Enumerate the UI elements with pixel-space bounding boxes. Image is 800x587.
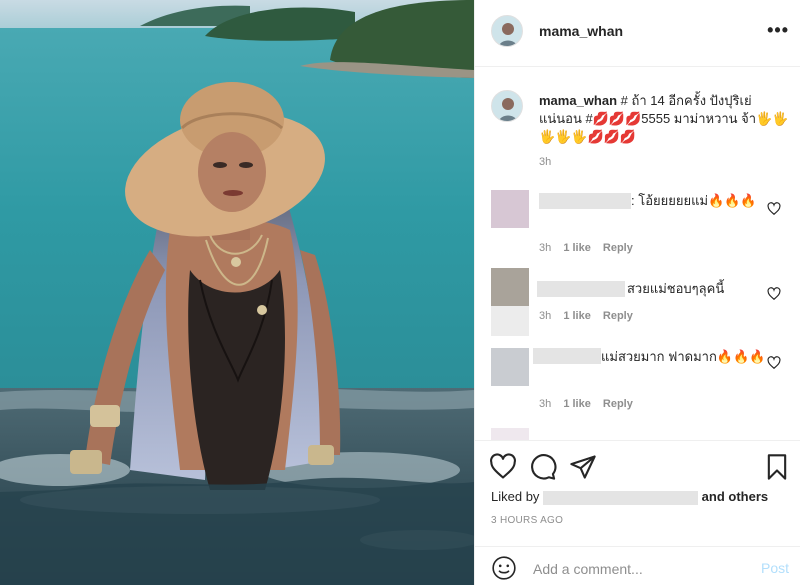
next-commenter-avatar [491, 428, 529, 440]
comment-time[interactable]: 3h [539, 398, 551, 410]
comment-time[interactable]: 3h [539, 310, 551, 322]
caption-text: mama_whan # ถ้า 14 อีกครั้ง ปังปุริเย่ แ… [539, 92, 789, 146]
comment-likes[interactable]: 1 like [563, 398, 591, 410]
comment-time[interactable]: 3h [539, 242, 551, 254]
bookmark-icon[interactable] [763, 453, 791, 481]
comment-input[interactable] [531, 557, 735, 581]
comment-text: แม่สวยมาก ฟาดมาก🔥🔥🔥 [601, 349, 766, 364]
more-options-icon[interactable]: ••• [767, 20, 789, 41]
post-timestamp[interactable]: 3 HOURS AGO [491, 515, 563, 526]
comment-like-icon[interactable] [767, 356, 781, 370]
liked-by-label: Liked by [491, 489, 540, 504]
comment-text: : โอ้ยยยยยแม่🔥🔥🔥 [631, 193, 757, 208]
commenter-avatar[interactable] [491, 348, 529, 386]
reply-button[interactable]: Reply [603, 310, 633, 322]
caption-time[interactable]: 3h [539, 156, 551, 168]
post-header: mama_whan ••• [475, 0, 800, 67]
post-actions: Liked by and others 3 HOURS AGO Post [475, 440, 800, 586]
commenter-avatar[interactable] [491, 268, 529, 306]
author-username[interactable]: mama_whan [539, 23, 623, 39]
others-link[interactable]: and others [702, 489, 768, 504]
add-comment-row: Post [475, 546, 800, 587]
emoji-icon[interactable] [491, 555, 517, 581]
author-avatar[interactable] [491, 15, 523, 47]
comment-like-icon[interactable] [767, 287, 781, 301]
caption-avatar[interactable] [491, 90, 523, 122]
reply-button[interactable]: Reply [603, 398, 633, 410]
comment-icon[interactable] [529, 453, 557, 481]
comment-meta: 3h 1 like Reply [539, 310, 642, 322]
share-icon[interactable] [569, 453, 597, 481]
comment-like-icon[interactable] [767, 202, 781, 216]
comment-meta: 3h 1 like Reply [539, 242, 642, 254]
comment-likes[interactable]: 1 like [563, 242, 591, 254]
heart-icon[interactable] [489, 453, 517, 481]
commenter-avatar[interactable] [491, 190, 529, 228]
post-photo[interactable] [0, 0, 474, 585]
likes-summary: Liked by and others [491, 489, 768, 505]
caption-username[interactable]: mama_whan [539, 93, 617, 108]
comment-meta: 3h 1 like Reply [539, 398, 642, 410]
blurred-liker[interactable] [543, 490, 699, 505]
reply-button[interactable]: Reply [603, 242, 633, 254]
post-button[interactable]: Post [761, 560, 789, 576]
post-image [0, 0, 474, 585]
commenter-avatar-bottom [491, 306, 529, 336]
comment-text: สวยแม่ชอบๆลุคนี้ [627, 281, 725, 296]
post-details-panel: mama_whan ••• mama_whan # ถ้า 14 อีกครั้… [474, 0, 800, 586]
comment-likes[interactable]: 1 like [563, 310, 591, 322]
